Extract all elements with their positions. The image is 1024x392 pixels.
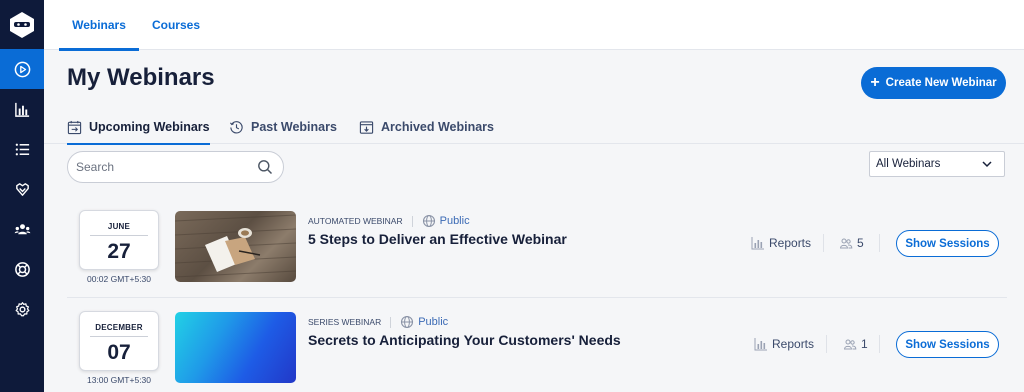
sidebar-item-list[interactable] bbox=[0, 129, 44, 169]
reports-link[interactable]: Reports bbox=[754, 337, 814, 351]
visibility-badge: Public bbox=[422, 214, 470, 228]
webinar-type: AUTOMATED WEBINAR bbox=[308, 216, 403, 226]
tab-webinars[interactable]: Webinars bbox=[59, 0, 139, 51]
help-lifebuoy-icon bbox=[14, 261, 30, 277]
globe-icon bbox=[401, 315, 414, 329]
divider bbox=[826, 335, 827, 353]
registrants-value: 1 bbox=[861, 337, 868, 351]
tab-archived-webinars[interactable]: Archived Webinars bbox=[359, 110, 494, 144]
visibility-label: Public bbox=[439, 215, 470, 227]
search-box bbox=[67, 151, 284, 183]
tab-courses[interactable]: Courses bbox=[148, 0, 204, 50]
globe-icon bbox=[422, 214, 435, 228]
sidebar-item-help[interactable] bbox=[0, 249, 44, 289]
webinar-filter-tabs: Upcoming Webinars Past Webinars Archived… bbox=[44, 110, 1024, 145]
webinar-title[interactable]: Secrets to Anticipating Your Customers' … bbox=[308, 332, 621, 348]
users-icon bbox=[839, 238, 853, 249]
date-card: JUNE 27 bbox=[79, 210, 159, 270]
history-icon bbox=[229, 120, 243, 133]
meta-divider bbox=[411, 215, 413, 227]
visibility-label: Public bbox=[418, 316, 449, 328]
tab-past-webinars-label: Past Webinars bbox=[251, 120, 337, 134]
visibility-badge: Public bbox=[400, 315, 448, 329]
date-month: DECEMBER bbox=[95, 323, 143, 332]
tab-upcoming-webinars[interactable]: Upcoming Webinars bbox=[67, 110, 210, 145]
webinar-meta: AUTOMATED WEBINAR Public bbox=[308, 214, 470, 228]
create-new-webinar-label: Create New Webinar bbox=[885, 77, 997, 89]
registrants-value: 5 bbox=[857, 236, 864, 250]
dropdown-selected-value: All Webinars bbox=[876, 158, 941, 170]
webinar-time: 00:02 GMT+5:30 bbox=[86, 274, 152, 284]
webinar-type: SERIES WEBINAR bbox=[308, 317, 382, 327]
reports-label: Reports bbox=[769, 236, 812, 250]
divider bbox=[823, 234, 824, 252]
sidebar-item-webinars[interactable] bbox=[0, 49, 44, 89]
create-new-webinar-button[interactable]: + Create New Webinar bbox=[861, 67, 1006, 99]
webinar-title[interactable]: 5 Steps to Deliver an Effective Webinar bbox=[308, 231, 567, 247]
archive-icon bbox=[359, 120, 374, 134]
search-icon[interactable] bbox=[257, 159, 273, 175]
date-day: 07 bbox=[107, 341, 131, 364]
tab-upcoming-webinars-label: Upcoming Webinars bbox=[89, 120, 210, 134]
integrations-icon bbox=[15, 182, 29, 196]
meta-divider bbox=[390, 316, 392, 328]
date-divider bbox=[90, 336, 148, 337]
plus-icon: + bbox=[870, 74, 880, 91]
reports-link[interactable]: Reports bbox=[751, 236, 811, 250]
date-card: DECEMBER 07 bbox=[79, 311, 159, 371]
calendar-icon bbox=[67, 120, 82, 134]
app-logo[interactable] bbox=[0, 0, 44, 49]
search-input[interactable] bbox=[76, 152, 256, 182]
webinar-row: DECEMBER 07 13:00 GMT+5:30 SERIES WEBINA… bbox=[67, 299, 1007, 392]
webinar-thumbnail[interactable] bbox=[175, 312, 296, 383]
page-title: My Webinars bbox=[67, 64, 215, 91]
tab-archived-webinars-label: Archived Webinars bbox=[381, 120, 495, 134]
users-icon bbox=[843, 339, 857, 350]
play-circle-icon bbox=[14, 61, 30, 77]
webinar-thumbnail[interactable] bbox=[175, 211, 296, 282]
date-month: JUNE bbox=[107, 222, 131, 231]
team-icon bbox=[14, 223, 30, 234]
bar-chart-icon bbox=[14, 102, 29, 117]
show-sessions-button[interactable]: Show Sessions bbox=[896, 230, 999, 257]
reports-label: Reports bbox=[772, 337, 815, 351]
show-sessions-button[interactable]: Show Sessions bbox=[896, 331, 999, 358]
date-divider bbox=[90, 235, 148, 236]
bar-chart-icon bbox=[751, 237, 764, 250]
registrants-count: 5 bbox=[839, 236, 864, 250]
webinar-time: 13:00 GMT+5:30 bbox=[86, 375, 152, 385]
divider bbox=[879, 234, 880, 252]
registrants-count: 1 bbox=[843, 337, 868, 351]
sidebar bbox=[0, 0, 44, 392]
gear-icon bbox=[15, 301, 29, 316]
webinar-type-dropdown[interactable]: All Webinars bbox=[869, 151, 1005, 177]
sidebar-item-integrations[interactable] bbox=[0, 169, 44, 209]
ninja-logo-icon bbox=[10, 11, 34, 38]
chevron-down-icon bbox=[982, 161, 992, 168]
desk-notebook-image bbox=[175, 214, 296, 278]
sidebar-item-settings[interactable] bbox=[0, 289, 44, 329]
tab-past-webinars[interactable]: Past Webinars bbox=[229, 110, 337, 144]
divider bbox=[879, 335, 880, 353]
sidebar-item-team[interactable] bbox=[0, 209, 44, 249]
webinar-row: JUNE 27 00:02 GMT+5:30 AUTOMATED WEBINAR bbox=[67, 198, 1007, 298]
sidebar-item-analytics[interactable] bbox=[0, 89, 44, 129]
webinar-meta: SERIES WEBINAR Public bbox=[308, 315, 448, 329]
bar-chart-icon bbox=[754, 338, 767, 351]
list-icon bbox=[15, 143, 29, 155]
top-navigation: Webinars Courses bbox=[44, 0, 1024, 51]
date-day: 27 bbox=[107, 240, 131, 263]
